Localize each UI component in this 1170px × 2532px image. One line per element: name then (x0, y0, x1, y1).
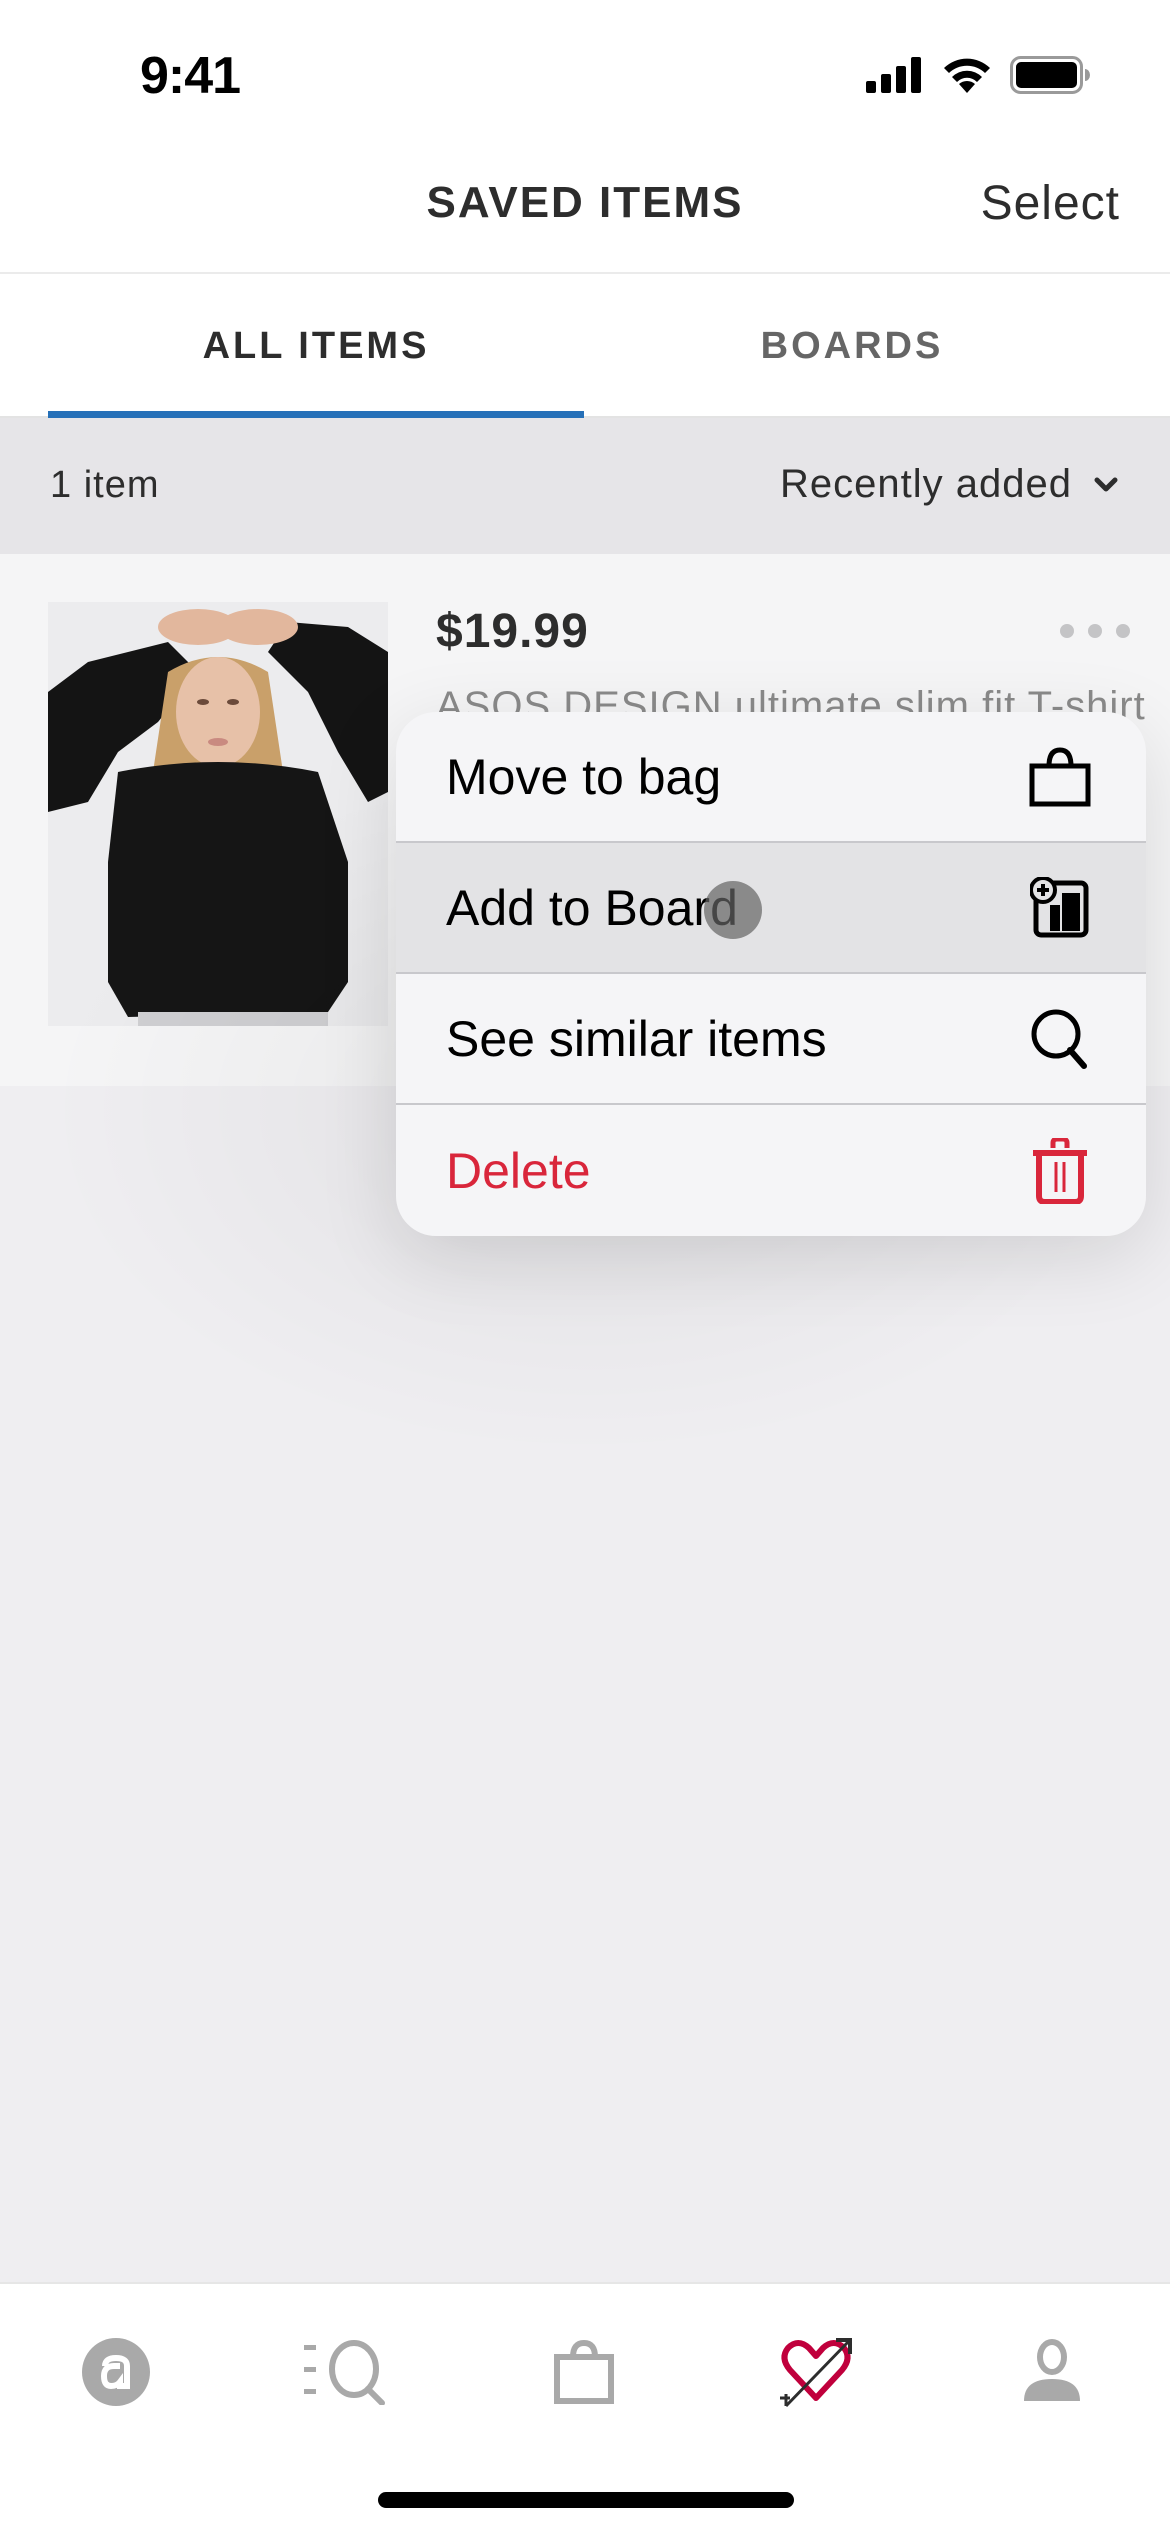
wifi-icon (944, 58, 990, 93)
menu-item-add-to-board[interactable]: Add to Board (396, 843, 1146, 974)
active-tab-indicator (48, 411, 584, 418)
nav-home[interactable] (56, 2322, 176, 2422)
home-indicator[interactable] (378, 2492, 794, 2508)
bag-icon (554, 2339, 614, 2404)
nav-search[interactable] (288, 2322, 408, 2422)
select-button[interactable]: Select (981, 176, 1120, 231)
nav-saved[interactable] (756, 2322, 876, 2422)
cellular-signal-icon (866, 57, 921, 93)
status-icons (866, 56, 1090, 94)
trash-icon (1028, 1137, 1092, 1204)
more-options-icon[interactable] (1060, 624, 1130, 638)
shopping-bag-icon (1028, 745, 1092, 809)
sort-value: Recently added (780, 462, 1072, 506)
menu-item-label: Delete (446, 1142, 591, 1199)
account-icon (1024, 2339, 1080, 2401)
context-menu: Move to bag Add to Board See similar ite… (396, 712, 1146, 1236)
menu-item-label: Move to bag (446, 748, 722, 805)
chevron-down-icon (1094, 477, 1118, 491)
search-icon (1028, 1007, 1092, 1071)
tab-all-items[interactable]: ALL ITEMS (48, 274, 584, 418)
sort-bar: 1 item Recently added (0, 418, 1170, 554)
nav-account[interactable] (992, 2322, 1112, 2422)
battery-icon (1010, 56, 1090, 94)
product-price: $19.99 (436, 605, 589, 658)
status-time: 9:41 (140, 47, 241, 105)
menu-item-delete[interactable]: Delete (396, 1105, 1146, 1236)
menu-item-label: Add to Board (446, 879, 738, 936)
sort-dropdown[interactable]: Recently added (780, 462, 1118, 507)
nav-bag[interactable] (524, 2322, 644, 2422)
touch-indicator (704, 881, 762, 939)
menu-item-label: See similar items (446, 1010, 827, 1067)
add-to-board-icon (1028, 876, 1092, 940)
search-list-icon (304, 2340, 385, 2405)
menu-item-move-to-bag[interactable]: Move to bag (396, 712, 1146, 843)
asos-logo-icon (82, 2338, 150, 2406)
item-count: 1 item (50, 464, 160, 506)
menu-item-see-similar[interactable]: See similar items (396, 974, 1146, 1105)
status-bar: 9:41 (0, 0, 1170, 150)
tab-boards[interactable]: BOARDS (584, 274, 1120, 418)
heart-arrow-icon (780, 2338, 852, 2408)
nav-header: SAVED ITEMS Select (0, 150, 1170, 274)
tab-bar: ALL ITEMS BOARDS (0, 274, 1170, 418)
